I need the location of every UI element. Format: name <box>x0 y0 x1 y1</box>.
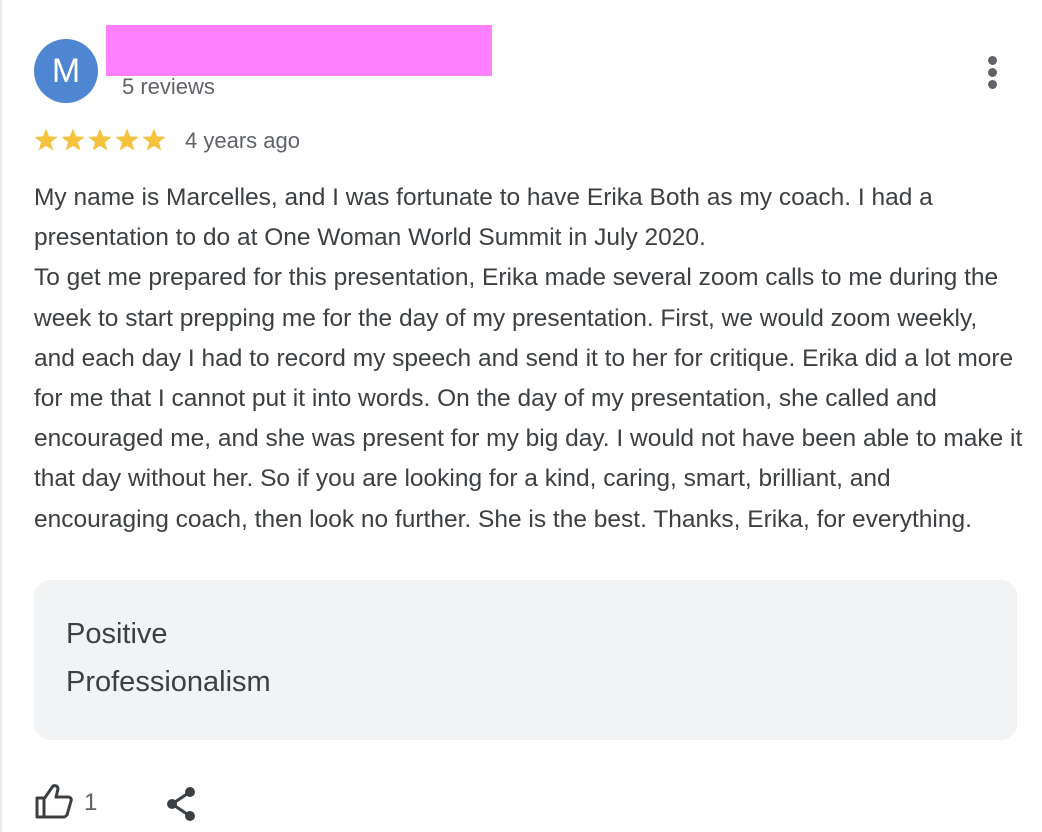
panel-edge <box>0 0 2 832</box>
reviewer-name-redacted <box>106 25 492 76</box>
more-options-button[interactable] <box>978 52 1008 92</box>
review-date: 4 years ago <box>185 128 300 153</box>
star-icon <box>33 126 59 156</box>
attribute-label: Positive <box>66 618 168 650</box>
like-button[interactable]: 1 <box>34 782 97 824</box>
star-rating <box>33 126 167 156</box>
share-button[interactable] <box>162 784 202 824</box>
review-text: My name is Marcelles, and I was fortunat… <box>34 184 1023 533</box>
star-icon <box>141 126 167 156</box>
review-attributes: Positive Professionalism <box>34 580 1017 740</box>
review-count[interactable]: 5 reviews <box>122 74 215 100</box>
attribute-label: Professionalism <box>66 666 271 698</box>
like-count: 1 <box>84 789 98 816</box>
avatar[interactable]: M <box>34 39 98 103</box>
star-icon <box>87 126 113 156</box>
star-icon <box>60 126 86 156</box>
share-icon <box>162 787 202 828</box>
star-icon <box>114 126 140 156</box>
thumbs-up-icon <box>34 783 74 824</box>
